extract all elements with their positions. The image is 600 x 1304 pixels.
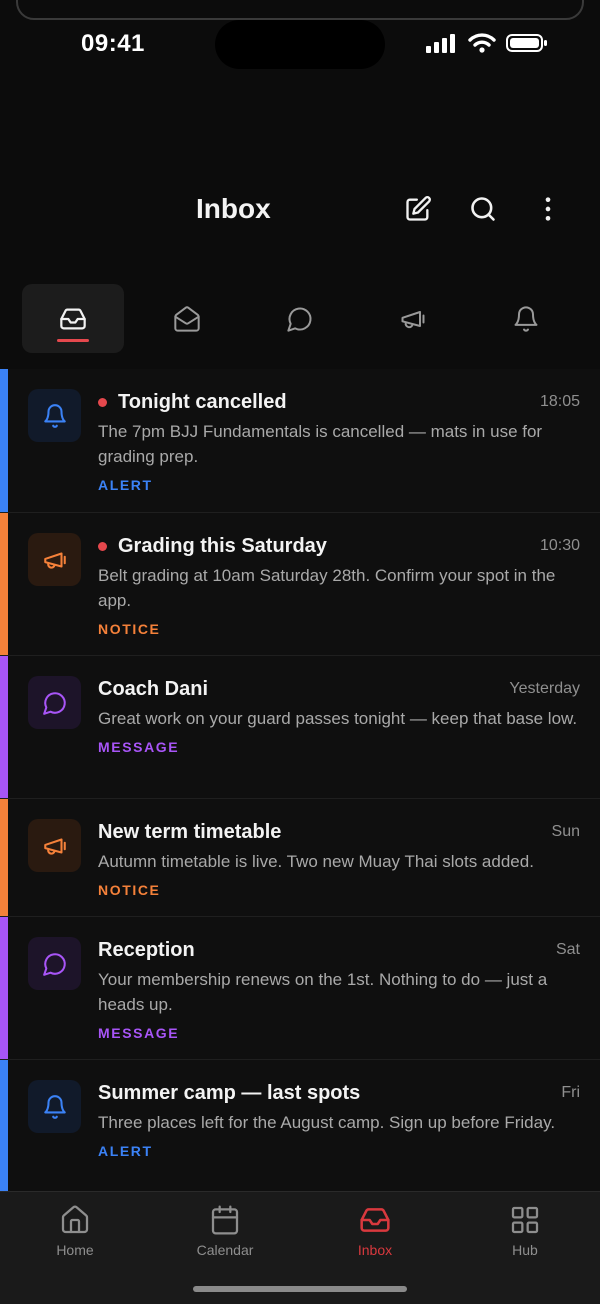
unread-dot [98,397,107,407]
message-preview: Autumn timetable is live. Two new Muay T… [98,852,534,871]
message-type-badge [28,533,81,586]
status-icons [426,33,548,53]
message-time: Sat [555,941,580,958]
type-color-bar [0,799,8,916]
chat-bubble-icon [287,307,312,332]
home-indicator[interactable] [193,1286,407,1292]
message-type-badge [28,937,81,990]
message-type-badge [28,389,81,442]
message-tag: ALERT [98,477,153,493]
nav-home[interactable]: Home [20,1204,130,1258]
message-row[interactable]: Coach Dani Yesterday Great work on your … [0,656,600,799]
home-icon [61,1205,89,1234]
search-button[interactable] [468,194,498,224]
status-time: 09:41 [81,30,145,57]
message-subject: Grading this Saturday [118,534,327,557]
tab-alerts[interactable] [475,284,577,353]
dynamic-island [215,20,385,69]
type-color-bar [0,513,8,655]
status-bar: 09:41 [0,0,600,90]
message-preview: The 7pm BJJ Fundamentals is cancelled — … [98,422,543,466]
more-options-button[interactable] [533,194,563,224]
inbox-tray-icon [360,1208,390,1232]
message-subject: Coach Dani [98,677,209,700]
chat-bubble-icon [42,952,66,976]
battery-icon [506,34,547,52]
filter-tabs [22,284,582,354]
wifi-icon [468,33,496,53]
bell-icon [43,403,66,428]
bell-icon [514,305,538,332]
message-preview: Belt grading at 10am Saturday 28th. Conf… [98,566,556,610]
megaphone-icon [43,551,66,569]
message-time: Fri [561,1084,580,1101]
tab-notices[interactable] [362,284,464,353]
message-row[interactable]: Summer camp — last spots Fri Three place… [0,1060,600,1200]
unread-dot [98,541,107,551]
message-time: Yesterday [509,680,580,697]
message-type-badge [28,819,81,872]
message-subject: Summer camp — last spots [98,1081,361,1104]
tab-all[interactable] [22,284,124,353]
calendar-icon [211,1205,239,1235]
message-type-badge [28,676,81,729]
message-preview: Your membership renews on the 1st. Nothi… [98,970,548,1014]
message-list: Tonight cancelled 18:05 The 7pm BJJ Fund… [0,369,600,1200]
nav-calendar[interactable]: Calendar [170,1204,280,1258]
message-row[interactable]: New term timetable Sun Autumn timetable … [0,799,600,917]
nav-label: Inbox [357,1242,393,1258]
nav-inbox[interactable]: Inbox [320,1204,430,1258]
page-title: Inbox [196,193,271,224]
message-subject: Tonight cancelled [118,390,287,413]
message-preview: Three places left for the August camp. S… [98,1113,556,1132]
message-time: Sun [551,823,580,840]
message-subject: Reception [98,938,195,961]
compose-icon [406,196,431,221]
message-time: 10:30 [539,537,580,554]
chat-bubble-icon [42,691,66,715]
type-color-bar [0,656,8,798]
nav-label: Hub [512,1242,538,1258]
nav-hub[interactable]: Hub [470,1204,580,1258]
type-color-bar [0,1060,8,1199]
active-tab-indicator [57,339,89,342]
search-icon [471,197,495,221]
message-preview: Great work on your guard passes tonight … [98,709,578,728]
megaphone-icon [401,310,425,328]
inbox-header: Inbox [0,180,600,240]
type-color-bar [0,917,8,1059]
message-row[interactable]: Grading this Saturday 10:30 Belt grading… [0,513,600,656]
signal-icon [426,34,455,53]
nav-label: Calendar [196,1242,254,1258]
message-row[interactable]: Reception Sat Your membership renews on … [0,917,600,1060]
tab-messages[interactable] [249,284,351,353]
more-vertical-icon [545,197,551,221]
message-subject: New term timetable [98,820,282,843]
tab-mail[interactable] [136,284,238,353]
bell-icon [43,1094,66,1119]
type-color-bar [0,369,8,512]
inbox-tray-icon [60,308,86,329]
message-type-badge [28,1080,81,1133]
message-tag: NOTICE [98,882,161,898]
envelope-open-icon [174,305,200,332]
grid-icon [511,1206,539,1234]
message-tag: ALERT [98,1143,153,1159]
message-row[interactable]: Tonight cancelled 18:05 The 7pm BJJ Fund… [0,369,600,513]
megaphone-icon [43,837,66,855]
message-time: 18:05 [539,393,580,410]
compose-button[interactable] [403,194,433,224]
nav-label: Home [56,1242,94,1258]
message-tag: MESSAGE [98,1025,180,1041]
message-tag: NOTICE [98,621,161,637]
message-tag: MESSAGE [98,739,180,755]
